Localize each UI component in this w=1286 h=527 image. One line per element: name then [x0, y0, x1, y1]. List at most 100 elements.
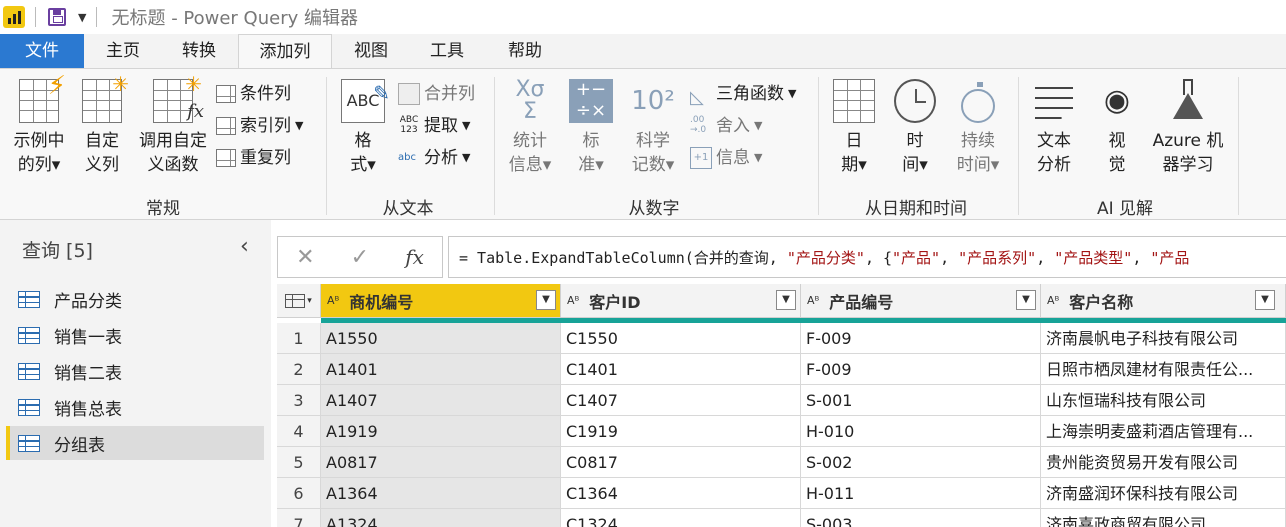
query-item[interactable]: 产品分类 [6, 282, 264, 316]
table-cell[interactable]: A1324 [321, 509, 561, 527]
table-cell[interactable]: H-011 [801, 478, 1041, 509]
query-item[interactable]: 销售二表 [6, 354, 264, 388]
statistics-label-2: 信息▾ [508, 155, 552, 175]
table-row[interactable]: 6 A1364 C1364 H-011 济南盛润环保科技有限公司 [277, 478, 1286, 509]
ribbon: ⚡ 示例中 的列▾ ✳ 自定 义列 ✳ fx 调用自定 义函数 条件列 索引列 ▼ … [0, 68, 1286, 220]
stopwatch-icon [961, 82, 995, 123]
table-row[interactable]: 3 A1407 C1407 S-001 山东恒瑞科技有限公司 [277, 385, 1286, 416]
save-icon[interactable] [48, 8, 66, 26]
table-row[interactable]: 1 A1550 C1550 F-009 济南晨帆电子科技有限公司 [277, 323, 1286, 354]
table-cell[interactable]: S-001 [801, 385, 1041, 416]
table-cell[interactable]: F-009 [801, 323, 1041, 354]
column-from-examples-button[interactable]: ⚡ 示例中 的列▾ [6, 73, 72, 177]
merge-columns-button[interactable]: 合并列 [398, 79, 475, 109]
table-cell[interactable]: C0817 [561, 447, 801, 478]
query-item[interactable]: 销售总表 [6, 390, 264, 424]
column-header[interactable]: Aᴮ 产品编号 ▼ [801, 284, 1041, 318]
tab-add-column[interactable]: 添加列 [238, 34, 332, 69]
table-menu-icon[interactable]: ▾ [277, 284, 321, 318]
vision-label-1: 视 [1108, 131, 1126, 151]
column-header[interactable]: Aᴮ 商机编号 ▼ [321, 284, 561, 318]
group-label-text: 从文本 [382, 199, 434, 219]
time-label-1: 时 [906, 131, 924, 151]
table-cell[interactable]: H-010 [801, 416, 1041, 447]
table-cell[interactable]: A0817 [321, 447, 561, 478]
table-cell[interactable]: C1324 [561, 509, 801, 527]
information-button[interactable]: +1 信息 ▼ [690, 143, 762, 173]
table-cell[interactable]: 济南晨帆电子科技有限公司 [1041, 323, 1286, 354]
table-cell[interactable]: 济南喜政商贸有限公司 [1041, 509, 1286, 527]
duration-button[interactable]: 持续 时间▾ [950, 79, 1006, 177]
statistics-button[interactable]: Xσ Σ 统计 信息▾ [500, 79, 560, 177]
parse-button[interactable]: abc 分析 ▼ [398, 143, 470, 173]
table-cell[interactable]: S-002 [801, 447, 1041, 478]
azure-ml-label-2: 器学习 [1162, 155, 1214, 175]
duplicate-column-button[interactable]: 重复列 [216, 143, 291, 173]
table-cell[interactable]: A1364 [321, 478, 561, 509]
standard-button[interactable]: +− ÷× 标 准▾ [566, 79, 616, 177]
scientific-label-1: 科学 [636, 131, 670, 151]
fx-icon[interactable]: fx [405, 245, 424, 269]
table-cell[interactable]: 山东恒瑞科技有限公司 [1041, 385, 1286, 416]
azure-ml-button[interactable]: Azure 机 器学习 [1146, 79, 1230, 177]
column-from-examples-label-1: 示例中 [13, 131, 65, 151]
rounding-button[interactable]: .00 →.0 舍入 ▼ [690, 111, 762, 141]
table-cell[interactable]: 日照市栖凤建材有限责任公... [1041, 354, 1286, 385]
trigonometry-button[interactable]: ◺ 三角函数 ▼ [690, 79, 796, 109]
extract-button[interactable]: ABC 123 提取 ▼ [398, 111, 471, 141]
tab-file[interactable]: 文件 [0, 34, 84, 68]
tab-tools[interactable]: 工具 [412, 34, 482, 68]
invoke-custom-function-button[interactable]: ✳ fx 调用自定 义函数 [132, 72, 214, 177]
commit-formula-icon[interactable]: ✓ [351, 245, 369, 270]
custom-column-button[interactable]: ✳ 自定 义列 [78, 72, 129, 177]
column-header[interactable]: Aᴮ 客户名称 ▼ [1041, 284, 1286, 318]
table-cell[interactable]: 贵州能资贸易开发有限公司 [1041, 447, 1286, 478]
filter-dropdown-icon[interactable]: ▼ [536, 290, 556, 310]
table-cell[interactable]: C1919 [561, 416, 801, 447]
tab-view[interactable]: 视图 [336, 34, 406, 68]
text-analytics-button[interactable]: 文本 分析 [1026, 79, 1082, 177]
vision-button[interactable]: ◉ 视 觉 [1092, 79, 1142, 177]
table-row[interactable]: 5 A0817 C0817 S-002 贵州能资贸易开发有限公司 [277, 447, 1286, 478]
query-item-selected[interactable]: 分组表 [6, 426, 264, 460]
column-header-label: 客户名称 [1069, 292, 1134, 312]
table-row[interactable]: 4 A1919 C1919 H-010 上海崇明麦盛莉酒店管理有... [277, 416, 1286, 447]
table-cell[interactable]: A1919 [321, 416, 561, 447]
table-cell[interactable]: 济南盛润环保科技有限公司 [1041, 478, 1286, 509]
format-button[interactable]: ABC ✎ 格 式▾ [334, 79, 392, 177]
column-header[interactable]: Aᴮ 客户ID ▼ [561, 284, 801, 318]
date-button[interactable]: 日 期▾ [826, 79, 882, 177]
tab-help[interactable]: 帮助 [490, 34, 560, 68]
table-cell[interactable]: A1550 [321, 323, 561, 354]
time-label-2: 间▾ [902, 155, 928, 175]
formula-punct: , [1132, 249, 1151, 267]
scientific-button[interactable]: 10² 科学 记数▾ [624, 79, 682, 177]
text-type-icon: Aᴮ [807, 294, 820, 307]
formula-input[interactable]: = Table.ExpandTableColumn(合并的查询, "产品分类",… [448, 236, 1286, 278]
filter-dropdown-icon[interactable]: ▼ [1255, 290, 1275, 310]
table-cell[interactable]: F-009 [801, 354, 1041, 385]
quick-access-dropdown-icon[interactable]: ▼ [78, 11, 86, 24]
index-column-button[interactable]: 索引列 ▼ [216, 111, 303, 141]
table-cell[interactable]: C1364 [561, 478, 801, 509]
time-button[interactable]: 时 间▾ [888, 79, 942, 177]
filter-dropdown-icon[interactable]: ▼ [1016, 290, 1036, 310]
table-cell[interactable]: C1401 [561, 354, 801, 385]
table-cell[interactable]: C1550 [561, 323, 801, 354]
table-cell[interactable]: C1407 [561, 385, 801, 416]
tab-transform[interactable]: 转换 [164, 34, 234, 68]
cancel-formula-icon[interactable]: ✕ [296, 245, 314, 270]
table-row[interactable]: 2 A1401 C1401 F-009 日照市栖凤建材有限责任公... [277, 354, 1286, 385]
table-cell[interactable]: 上海崇明麦盛莉酒店管理有... [1041, 416, 1286, 447]
formula-string: "产品 [1150, 249, 1190, 267]
query-item[interactable]: 销售一表 [6, 318, 264, 352]
conditional-column-button[interactable]: 条件列 [216, 79, 291, 109]
tab-home[interactable]: 主页 [88, 34, 158, 68]
duration-label-2-text: 时间 [956, 155, 991, 175]
table-cell[interactable]: A1407 [321, 385, 561, 416]
table-cell[interactable]: S-003 [801, 509, 1041, 527]
table-row[interactable]: 7 A1324 C1324 S-003 济南喜政商贸有限公司 [277, 509, 1286, 527]
filter-dropdown-icon[interactable]: ▼ [776, 290, 796, 310]
collapse-pane-icon[interactable]: ‹ [240, 234, 249, 259]
table-cell[interactable]: A1401 [321, 354, 561, 385]
